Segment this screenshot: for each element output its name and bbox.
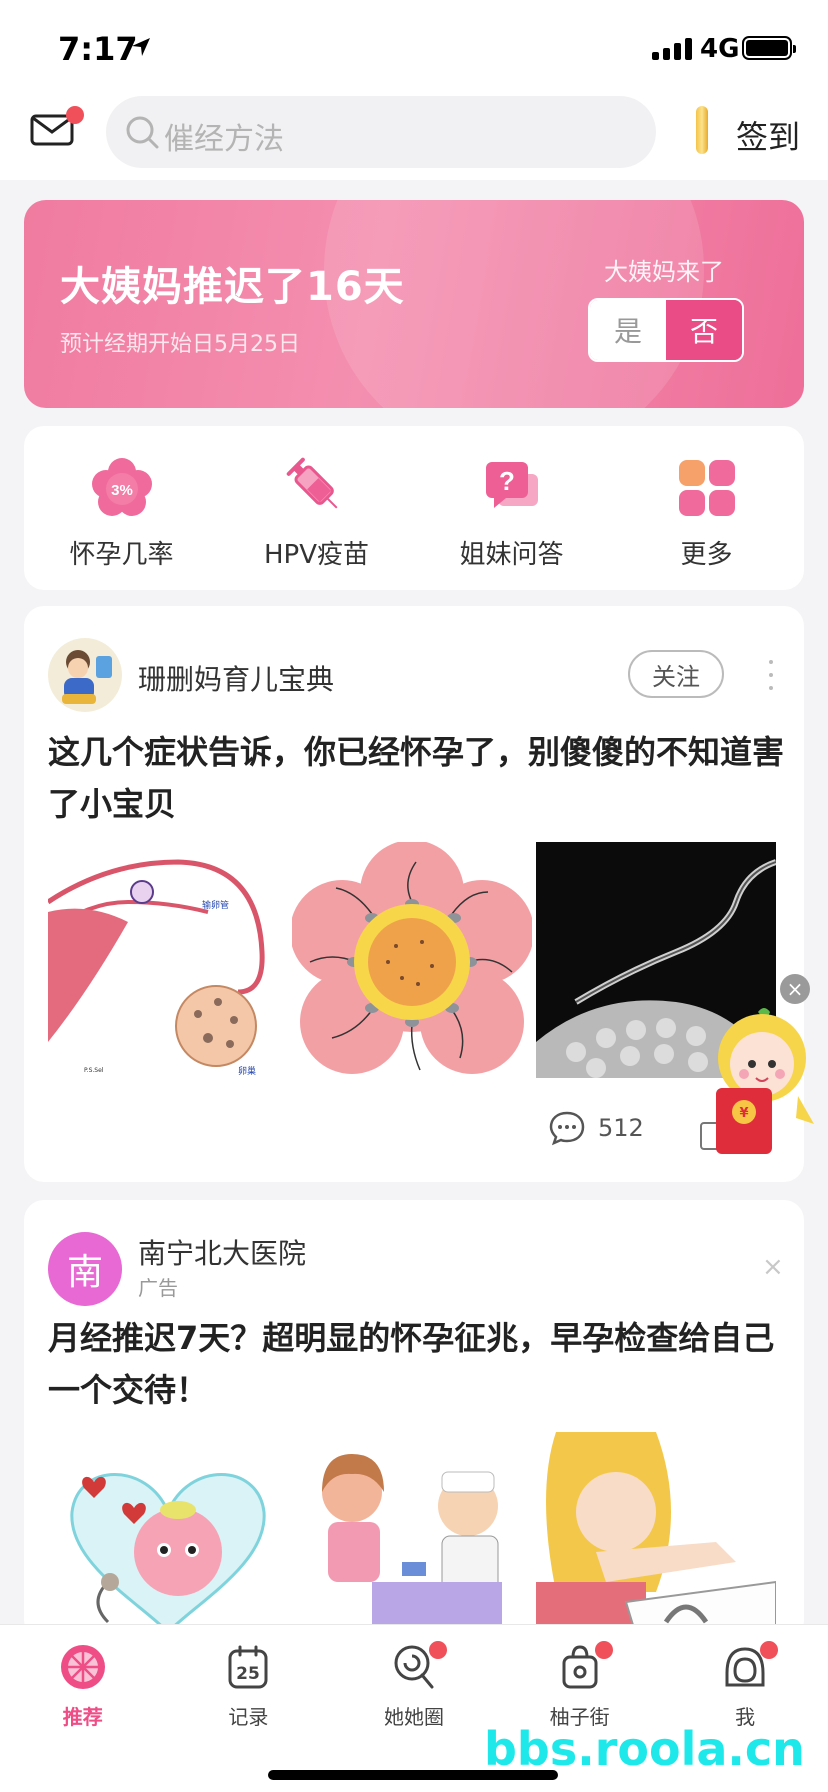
network-type: 4G — [700, 34, 740, 64]
tool-label: 姐妹问答 — [459, 540, 564, 570]
tab-record[interactable]: 25 记录 — [166, 1625, 332, 1792]
notification-dot — [429, 1641, 448, 1659]
svg-text:P.S.Sel: P.S.Sel — [84, 1067, 104, 1074]
notification-dot — [594, 1641, 613, 1659]
svg-text:¥: ¥ — [739, 1106, 748, 1121]
tool-more[interactable]: 更多 — [609, 426, 804, 590]
tool-pregnancy-rate[interactable]: 3% 怀孕几率 — [24, 426, 219, 590]
svg-text:25: 25 — [237, 1664, 261, 1684]
qa-bubble-icon: ? — [480, 456, 544, 520]
post-image[interactable] — [292, 842, 532, 1078]
post-image[interactable] — [292, 1432, 532, 1640]
svg-text:3%: 3% — [111, 482, 133, 499]
tab-label: 记录 — [228, 1705, 269, 1729]
period-toggle: 是 否 — [588, 298, 744, 362]
comment-button[interactable]: 512 — [548, 1110, 644, 1146]
watermark: bbs.roola.cn — [484, 1722, 805, 1776]
close-icon[interactable]: × — [762, 1252, 784, 1282]
post-image[interactable]: 输卵管 卵巢 P.S.Sel — [48, 842, 288, 1078]
battery-icon — [742, 36, 796, 60]
vaccine-syringe-icon — [285, 456, 349, 520]
post-image[interactable] — [536, 1432, 776, 1640]
period-status-banner: 大姨妈推迟了16天 预计经期开始日5月25日 大姨妈来了 是 否 — [24, 200, 804, 408]
calendar-icon: 25 — [224, 1643, 272, 1691]
search-placeholder: 催经方法 — [164, 122, 284, 157]
tab-label: 推荐 — [62, 1705, 103, 1729]
pregnancy-rate-icon: 3% — [90, 456, 154, 520]
mail-icon[interactable] — [30, 106, 84, 148]
tab-label: 她她圈 — [383, 1705, 444, 1729]
tool-label: 更多 — [680, 540, 733, 570]
status-bar: 7:17 4G — [0, 0, 828, 90]
mail-unread-dot — [66, 106, 84, 124]
post-images: 输卵管 卵巢 P.S.Sel — [48, 842, 776, 1078]
svg-text:输卵管: 输卵管 — [202, 899, 229, 911]
post-title[interactable]: 月经推迟7天？超明显的怀孕征兆，早孕检查给自己一个交待！ — [48, 1312, 788, 1416]
comment-count: 512 — [598, 1114, 644, 1142]
search-icon — [126, 116, 159, 149]
comment-icon — [549, 1111, 585, 1146]
avatar[interactable]: 南 — [48, 1232, 122, 1306]
period-expected-date: 预计经期开始日5月25日 — [60, 332, 300, 357]
tab-recommend[interactable]: 推荐 — [0, 1625, 166, 1792]
signin-button[interactable]: 签到 — [736, 112, 800, 158]
red-packet-mascot[interactable]: ¥ — [708, 1006, 818, 1156]
top-header: 催经方法 签到 — [0, 90, 828, 180]
tool-hpv-vaccine[interactable]: HPV疫苗 — [219, 426, 414, 590]
tool-sister-qa[interactable]: ? 姐妹问答 — [414, 426, 609, 590]
period-question: 大姨妈来了 — [604, 258, 724, 286]
feed-ad[interactable]: 南 南宁北大医院 广告 × 月经推迟7天？超明显的怀孕征兆，早孕检查给自己一个交… — [24, 1200, 804, 1640]
follow-button[interactable]: 关注 — [628, 650, 724, 698]
tab-circle[interactable]: 她她圈 — [331, 1625, 497, 1792]
notification-dot — [760, 1641, 779, 1659]
floating-close-button[interactable]: × — [780, 974, 810, 1004]
tool-label: 怀孕几率 — [69, 540, 174, 570]
avatar[interactable] — [48, 638, 122, 712]
location-arrow-icon — [132, 38, 150, 56]
search-bar[interactable]: 催经方法 — [106, 96, 656, 168]
status-time: 7:17 — [58, 30, 138, 68]
svg-text:?: ? — [499, 466, 515, 496]
quick-tools: 3% 怀孕几率 HPV疫苗 ? 姐妹问答 更多 — [24, 426, 804, 590]
tool-label: HPV疫苗 — [263, 540, 370, 570]
post-author[interactable]: 珊删妈育儿宝典 — [138, 658, 334, 698]
post-image[interactable] — [48, 1432, 288, 1640]
more-options-icon[interactable] — [766, 660, 776, 690]
period-yes-button[interactable]: 是 — [590, 300, 666, 360]
post-images — [48, 1432, 776, 1640]
post-title[interactable]: 这几个症状告诉，你已经怀孕了，别傻傻的不知道害了小宝贝 — [48, 726, 788, 830]
period-no-button[interactable]: 否 — [666, 300, 742, 360]
home-indicator — [268, 1770, 558, 1780]
feed-post[interactable]: 珊删妈育儿宝典 关注 这几个症状告诉，你已经怀孕了，别傻傻的不知道害了小宝贝 输… — [24, 606, 804, 1182]
more-grid-icon — [675, 456, 739, 520]
period-delay-title: 大姨妈推迟了16天 — [60, 264, 405, 310]
ad-label: 广告 — [138, 1276, 178, 1300]
svg-text:卵巢: 卵巢 — [238, 1065, 256, 1077]
ad-author[interactable]: 南宁北大医院 — [138, 1232, 306, 1272]
coin-icon[interactable] — [696, 106, 708, 154]
grapefruit-icon — [59, 1643, 107, 1691]
cellular-signal-icon — [652, 36, 692, 60]
